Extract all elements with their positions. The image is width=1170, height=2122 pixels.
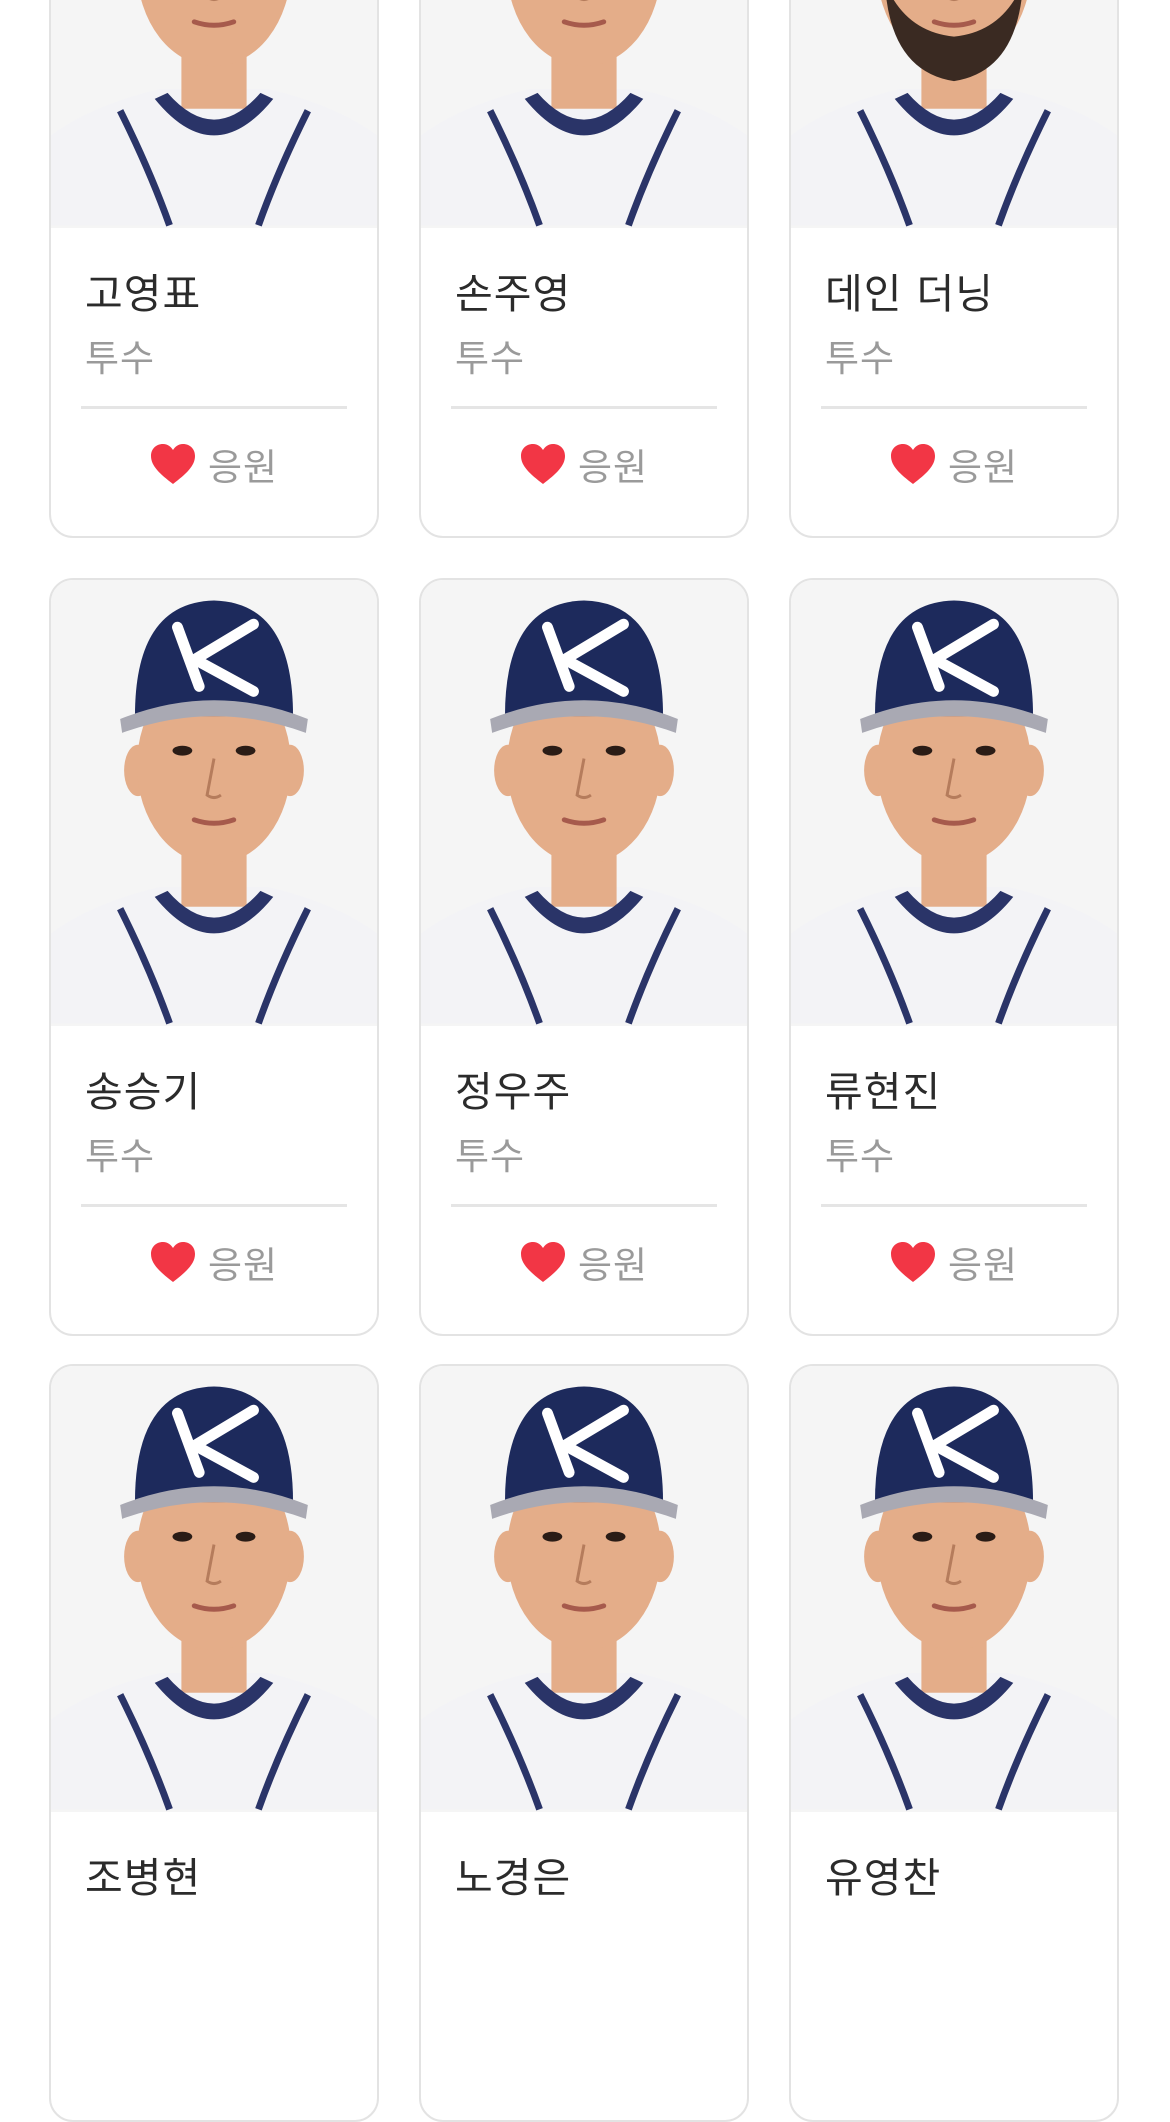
cheer-label: 응원 [577,1244,649,1287]
player-photo-art [51,1386,377,1811]
player-name: 류현진 [825,1068,942,1116]
player-position: 투수 [825,1135,896,1178]
card-divider [821,406,1087,409]
player-photo-art [51,600,377,1025]
cheer-label: 응원 [577,446,649,489]
player-name: 유영찬 [825,1854,942,1902]
player-position: 투수 [455,1135,526,1178]
heart-icon [150,1242,195,1282]
player-photo-art [791,600,1117,1025]
cheer-button[interactable]: 응원 [791,1232,1117,1292]
player-photo-art [51,0,377,227]
cheer-label: 응원 [947,446,1019,489]
cheer-button[interactable]: 응원 [421,434,747,494]
player-card[interactable]: 손주영투수응원 [419,0,749,538]
player-photo-art [421,1386,747,1811]
player-card[interactable]: 정우주투수응원 [419,578,749,1336]
player-photo-art [421,600,747,1025]
cheer-label: 응원 [207,1244,279,1287]
player-photo-art [791,0,1117,227]
player-card[interactable]: 노경은 [419,1364,749,2122]
player-name: 조병현 [85,1854,202,1902]
cheer-label: 응원 [947,1244,1019,1287]
player-photo [51,0,377,228]
player-card[interactable]: 류현진투수응원 [789,578,1119,1336]
cheer-button[interactable]: 응원 [51,1232,377,1292]
player-card[interactable]: 조병현 [49,1364,379,2122]
heart-icon [890,1242,935,1282]
player-card[interactable]: 고영표투수응원 [49,0,379,538]
player-card[interactable]: 데인 더닝투수응원 [789,0,1119,538]
card-divider [451,1204,717,1207]
player-position: 투수 [825,337,896,380]
player-name: 노경은 [455,1854,572,1902]
heart-icon [520,1242,565,1282]
card-divider [821,1204,1087,1207]
heart-icon [890,444,935,484]
player-name: 정우주 [455,1068,572,1116]
player-name: 송승기 [85,1068,202,1116]
player-photo-art [791,1386,1117,1811]
cheer-label: 응원 [207,446,279,489]
card-divider [451,406,717,409]
player-photo [421,1366,747,1812]
player-card[interactable]: 송승기투수응원 [49,578,379,1336]
player-position: 투수 [455,337,526,380]
player-position: 투수 [85,1135,156,1178]
player-photo [791,1366,1117,1812]
player-photo [51,580,377,1026]
player-card[interactable]: 유영찬 [789,1364,1119,2122]
player-photo [791,0,1117,228]
heart-icon [520,444,565,484]
cheer-button[interactable]: 응원 [791,434,1117,494]
heart-icon [150,444,195,484]
cheer-button[interactable]: 응원 [51,434,377,494]
player-photo-art [421,0,747,227]
card-divider [81,1204,347,1207]
card-divider [81,406,347,409]
player-photo [421,0,747,228]
player-name: 고영표 [85,270,202,318]
player-photo [421,580,747,1026]
player-photo [51,1366,377,1812]
cheer-button[interactable]: 응원 [421,1232,747,1292]
player-name: 손주영 [455,270,572,318]
player-photo [791,580,1117,1026]
player-position: 투수 [85,337,156,380]
player-name: 데인 더닝 [825,270,994,318]
